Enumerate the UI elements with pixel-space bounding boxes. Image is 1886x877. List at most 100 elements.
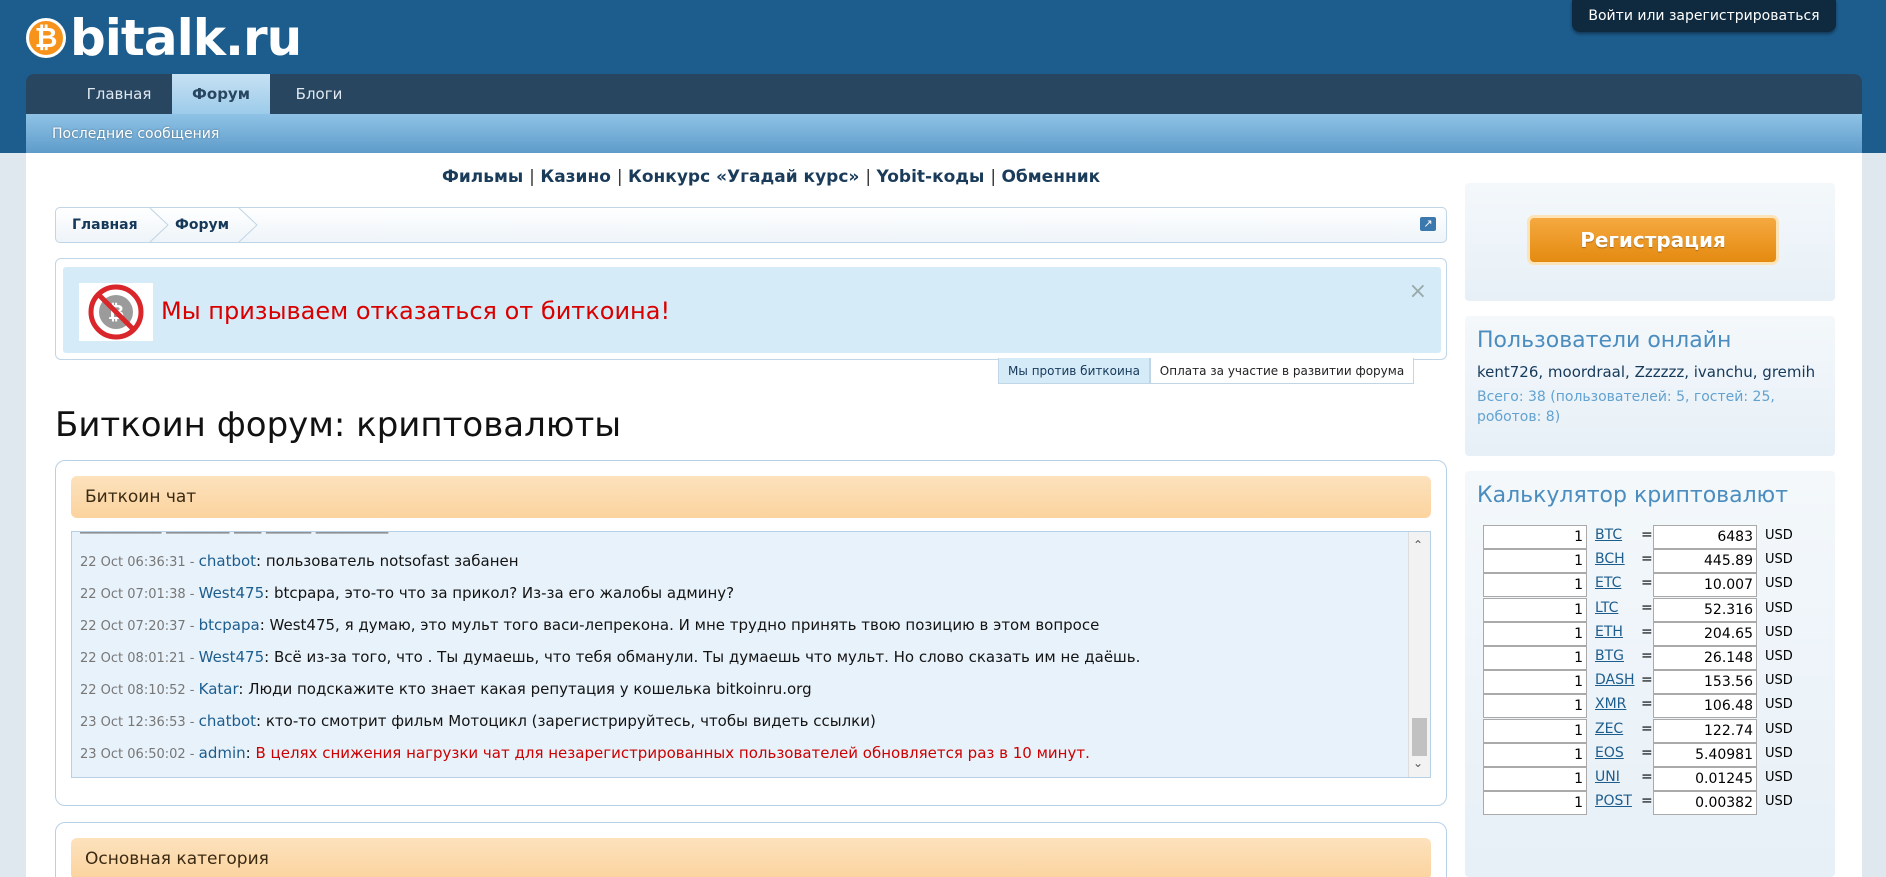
link-casino[interactable]: Казино <box>540 167 611 187</box>
chat-header[interactable]: Биткоин чат <box>71 476 1431 518</box>
online-users-list[interactable]: kent726, moordraal, Zzzzzz, ivanchu, gre… <box>1465 353 1835 381</box>
chat-username[interactable]: West475 <box>199 648 265 666</box>
calc-quantity-input[interactable]: 1 <box>1483 719 1587 743</box>
calc-equals: = <box>1641 793 1653 809</box>
register-block: Регистрация <box>1465 183 1835 301</box>
calc-currency: USD <box>1765 794 1793 809</box>
chat-username[interactable]: West475 <box>199 584 265 602</box>
calc-quantity-input[interactable]: 1 <box>1483 549 1587 573</box>
calc-value-field[interactable]: 0.01245 <box>1653 767 1757 791</box>
chat-message: 22 Oct 08:01:21 - West475: Всё из-за тог… <box>80 648 1140 666</box>
link-contest[interactable]: Конкурс «Угадай курс» <box>628 167 859 187</box>
calc-quantity-input[interactable]: 1 <box>1483 743 1587 767</box>
online-users-block: Пользователи онлайн kent726, moordraal, … <box>1465 316 1835 456</box>
calc-quantity-input[interactable]: 1 <box>1483 791 1587 815</box>
calc-coin-link[interactable]: BTG <box>1595 648 1624 664</box>
subnav-recent-posts[interactable]: Последние сообщения <box>52 126 219 142</box>
chat-username[interactable]: btcpapa <box>199 616 260 634</box>
calc-currency: USD <box>1765 673 1793 688</box>
site-logo[interactable]: ₿ bitalk.ru <box>26 6 302 70</box>
chat-text: : <box>245 744 256 762</box>
calc-value-field[interactable]: 5.40981 <box>1653 743 1757 767</box>
chat-text: : кто-то смотрит фильм Мотоцикл (зарегис… <box>256 712 876 730</box>
chat-username[interactable]: chatbot <box>199 552 256 570</box>
calc-coin-link[interactable]: BCH <box>1595 551 1625 567</box>
main-nav: Главная Форум Блоги <box>26 74 1862 114</box>
login-register-button[interactable]: Войти или зарегистрироваться <box>1572 0 1836 32</box>
calc-value-field[interactable]: 106.48 <box>1653 694 1757 718</box>
calc-value-field[interactable]: 122.74 <box>1653 719 1757 743</box>
calc-currency: USD <box>1765 576 1793 591</box>
breadcrumb-forum[interactable]: Форум <box>175 208 229 242</box>
chat-text: : btcpapa, это-то что за прикол? Из-за е… <box>264 584 735 602</box>
calc-coin-link[interactable]: ZEC <box>1595 721 1623 737</box>
chat-username[interactable]: Katar <box>199 680 239 698</box>
calc-quantity-input[interactable]: 1 <box>1483 622 1587 646</box>
calc-quantity-input[interactable]: 1 <box>1483 646 1587 670</box>
scroll-down-icon[interactable]: ⌄ <box>1413 756 1423 770</box>
calc-currency: USD <box>1765 722 1793 737</box>
separator: | <box>990 167 1002 187</box>
link-movies[interactable]: Фильмы <box>442 167 523 187</box>
close-icon[interactable]: × <box>1409 281 1427 303</box>
separator: | <box>529 167 541 187</box>
link-exchanger[interactable]: Обменник <box>1001 167 1100 187</box>
chat-notice-text: В целях снижения нагрузки чат для незаре… <box>255 744 1090 762</box>
scroll-thumb[interactable] <box>1412 718 1427 756</box>
calc-value-field[interactable]: 445.89 <box>1653 549 1757 573</box>
category-header[interactable]: Основная категория <box>71 838 1431 877</box>
chat-message: 23 Oct 12:36:53 - chatbot: кто-то смотри… <box>80 712 876 730</box>
logo-text: bitalk.ru <box>70 9 302 67</box>
register-button[interactable]: Регистрация <box>1527 215 1779 265</box>
calc-quantity-input[interactable]: 1 <box>1483 525 1587 549</box>
online-stats: Всего: 38 (пользователей: 5, гостей: 25,… <box>1477 389 1775 425</box>
top-links: Фильмы | Казино | Конкурс «Угадай курс» … <box>442 167 1100 187</box>
calc-coin-link[interactable]: EOS <box>1595 745 1624 761</box>
calc-currency: USD <box>1765 528 1793 543</box>
calc-equals: = <box>1641 527 1653 543</box>
calc-currency: USD <box>1765 697 1793 712</box>
calc-value-field[interactable]: 0.00382 <box>1653 791 1757 815</box>
tab-forum[interactable]: Форум <box>172 74 270 114</box>
jump-to-icon[interactable]: ↗ <box>1420 217 1436 231</box>
chat-timestamp: 22 Oct 08:10:52 - <box>80 683 199 698</box>
calc-currency: USD <box>1765 601 1793 616</box>
chat-username[interactable]: chatbot <box>199 712 256 730</box>
calc-quantity-input[interactable]: 1 <box>1483 670 1587 694</box>
calc-quantity-input[interactable]: 1 <box>1483 573 1587 597</box>
link-yobit-codes[interactable]: Yobit-коды <box>876 167 984 187</box>
calc-quantity-input[interactable]: 1 <box>1483 598 1587 622</box>
calc-currency: USD <box>1765 552 1793 567</box>
tab-home[interactable]: Главная <box>48 74 190 114</box>
calc-value-field[interactable]: 153.56 <box>1653 670 1757 694</box>
calc-coin-link[interactable]: POST <box>1595 793 1632 809</box>
calc-value-field[interactable]: 204.65 <box>1653 622 1757 646</box>
notice-tab-against-bitcoin[interactable]: Мы против биткоина <box>998 358 1150 384</box>
chat-box: Биткоин чат ───────── ─────── ─── ───── … <box>55 460 1447 806</box>
separator: | <box>616 167 628 187</box>
calc-value-field[interactable]: 6483 <box>1653 525 1757 549</box>
calc-currency: USD <box>1765 625 1793 640</box>
calc-value-field[interactable]: 52.316 <box>1653 598 1757 622</box>
calc-coin-link[interactable]: XMR <box>1595 696 1626 712</box>
chat-username[interactable]: admin <box>199 744 246 762</box>
chat-scrollbar[interactable]: ⌃ ⌄ <box>1408 532 1430 777</box>
calc-coin-link[interactable]: LTC <box>1595 600 1618 616</box>
tab-blogs[interactable]: Блоги <box>270 74 368 114</box>
notice-tab-forum-payment[interactable]: Оплата за участие в развитии форума <box>1150 358 1414 384</box>
calc-equals: = <box>1641 600 1653 616</box>
calc-quantity-input[interactable]: 1 <box>1483 694 1587 718</box>
calc-coin-link[interactable]: UNI <box>1595 769 1620 785</box>
chat-timestamp: 22 Oct 06:36:31 - <box>80 555 199 570</box>
breadcrumb-home[interactable]: Главная <box>72 208 138 242</box>
calc-value-field[interactable]: 26.148 <box>1653 646 1757 670</box>
calc-coin-link[interactable]: ETC <box>1595 575 1621 591</box>
calc-value-field[interactable]: 10.007 <box>1653 573 1757 597</box>
calc-currency: USD <box>1765 770 1793 785</box>
calc-coin-link[interactable]: ETH <box>1595 624 1623 640</box>
calc-coin-link[interactable]: DASH <box>1595 672 1635 688</box>
breadcrumb-arrow-icon <box>238 208 258 242</box>
calc-quantity-input[interactable]: 1 <box>1483 767 1587 791</box>
scroll-up-icon[interactable]: ⌃ <box>1413 538 1423 552</box>
calc-coin-link[interactable]: BTC <box>1595 527 1622 543</box>
